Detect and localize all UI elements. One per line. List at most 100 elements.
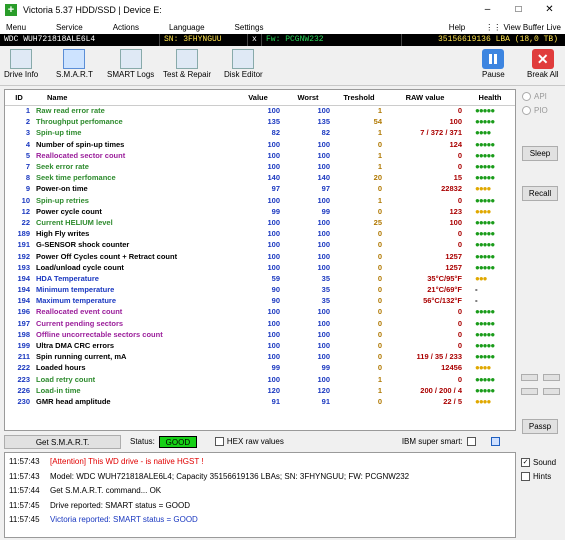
table-row[interactable]: 223 Load retry count 100 100 1 0 ●●●●● [5, 374, 515, 385]
table-row[interactable]: 7 Seek error rate 100 100 1 0 ●●●●● [5, 161, 515, 172]
get-smart-button[interactable]: Get S.M.A.R.T. [4, 434, 121, 449]
table-row[interactable]: 2 Throughput perfomance 135 135 54 100 ●●●●● [5, 116, 515, 127]
break-all-button[interactable]: ✕ Break All [527, 49, 559, 79]
cell-threshold: 1 [377, 195, 382, 205]
pio-radio[interactable]: PIO [520, 103, 561, 117]
table-row[interactable]: 9 Power-on time 97 97 0 22832 ●●●● [5, 183, 515, 194]
cell-id: 9 [25, 184, 30, 194]
test-repair-button[interactable]: Test & Repair [163, 49, 211, 79]
table-row[interactable]: 192 Power Off Cycles count + Retract coun… [5, 250, 515, 261]
table-row[interactable]: 194 Minimum temperature 90 35 0 21°C/69°F - [5, 284, 515, 295]
sound-option[interactable]: ✓ Sound [521, 455, 563, 469]
side-mini-button-4[interactable] [543, 388, 560, 395]
table-row[interactable]: 3 Spin-up time 82 82 1 7 / 372 / 371 ●●●● [5, 127, 515, 138]
hex-raw-checkbox[interactable] [214, 437, 224, 446]
cell-name: GMR head amplitude [36, 396, 111, 406]
side-mini-button-1[interactable] [521, 374, 538, 381]
table-row[interactable]: 10 Spin-up retries 100 100 1 0 ●●●●● [5, 195, 515, 206]
table-row[interactable]: 222 Loaded hours 99 99 0 12456 ●●●● [5, 362, 515, 373]
table-row[interactable]: 199 Ultra DMA CRC errors 100 100 0 0 ●●●●● [5, 340, 515, 351]
side-mini-button-2[interactable] [543, 374, 560, 381]
table-row[interactable]: 22 Current HELIUM level 100 100 25 100 ●●●●● [5, 217, 515, 228]
cell-id: 4 [25, 139, 30, 149]
menu-help[interactable]: Help [449, 23, 465, 32]
table-row[interactable]: 194 Maximum temperature 90 35 0 56°C/132°F - [5, 295, 515, 306]
table-row[interactable]: 12 Power cycle count 99 99 0 123 ●●●● [5, 206, 515, 217]
menu-actions[interactable]: Actions [113, 23, 139, 32]
col-value[interactable]: Value [233, 90, 283, 106]
cell-id: 1 [25, 106, 30, 116]
menu-settings[interactable]: Settings [235, 23, 264, 32]
passp-button[interactable]: Passp [522, 419, 558, 434]
log-time: 11:57:45 [9, 500, 40, 510]
sound-label: Sound [533, 457, 557, 467]
api-radio[interactable]: API [520, 89, 561, 103]
col-health[interactable]: Health [465, 90, 515, 106]
col-threshold[interactable]: Treshold [333, 90, 385, 106]
table-row[interactable]: 211 Spin running current, mA 100 100 0 119 / … [5, 351, 515, 362]
drive-info-button[interactable]: Drive Info [4, 49, 38, 79]
cell-name: Minimum temperature [36, 285, 115, 295]
table-row[interactable]: 230 GMR head amplitude 91 91 0 22 / 5 ●●●● [5, 396, 515, 407]
cell-health: ●●●●● [475, 307, 495, 317]
recall-button[interactable]: Recall [522, 186, 558, 201]
pause-icon [482, 49, 505, 69]
sleep-button[interactable]: Sleep [522, 146, 558, 161]
smart-logs-button[interactable]: SMART Logs [107, 49, 154, 79]
smart-table-panel[interactable]: ID Name Value Worst Treshold RAW value H… [4, 89, 516, 431]
cell-health: ●●●●● [475, 139, 495, 149]
close-button[interactable]: ✕ [534, 0, 565, 20]
menu-service[interactable]: Service [56, 23, 83, 32]
cell-worst: 100 [317, 139, 330, 149]
cell-worst: 100 [317, 195, 330, 205]
log-time: 11:57:44 [9, 486, 40, 495]
hints-option[interactable]: Hints [521, 469, 563, 483]
pause-button[interactable]: Pause [482, 49, 505, 79]
log-panel[interactable]: 11:57:43 [Attention] This WD drive - is n… [4, 452, 516, 538]
table-row[interactable]: 226 Load-in time 120 120 1 200 / 200 / 4 ●●●●● [5, 385, 515, 396]
ibm-super-smart-checkbox[interactable] [466, 437, 476, 446]
col-id[interactable]: ID [5, 90, 33, 106]
log-line: 11:57:45 Victoria reported: SMART status … [5, 513, 515, 528]
hints-checkbox[interactable] [521, 471, 530, 481]
table-row[interactable]: 5 Reallocated sector count 100 100 1 0 ●●●●● [5, 150, 515, 161]
cell-name: Spin-up time [36, 128, 82, 138]
smart-button[interactable]: S.M.A.R.T [56, 49, 93, 79]
cell-health: ●●●●● [475, 173, 495, 183]
menu-language[interactable]: Language [169, 23, 205, 32]
cell-name: Raw read error rate [36, 106, 105, 116]
cell-name: Ultra DMA CRC errors [36, 341, 115, 351]
cell-name: Reallocated sector count [36, 150, 126, 160]
table-row[interactable]: 194 HDA Temperature 59 35 0 35°C/95°F ●●● [5, 273, 515, 284]
disk-editor-button[interactable]: Disk Editor [224, 49, 263, 79]
close-device-button[interactable]: x [248, 34, 262, 46]
maximize-button[interactable]: □ [503, 0, 534, 20]
table-row[interactable]: 193 Load/unload cycle count 100 100 0 1257 ●●●… [5, 262, 515, 273]
col-name[interactable]: Name [33, 90, 233, 106]
cell-name: Current HELIUM level [36, 217, 113, 227]
table-row[interactable]: 8 Seek time perfomance 140 140 20 15 ●●●●● [5, 172, 515, 183]
table-row[interactable]: 1 Raw read error rate 100 100 1 0 ●●●●● [5, 105, 515, 116]
side-mini-button-3[interactable] [521, 388, 538, 395]
table-row[interactable]: 196 Reallocated event count 100 100 0 0 ●●●●● [5, 306, 515, 317]
table-row[interactable]: 189 High Fly writes 100 100 0 0 ●●●●● [5, 228, 515, 239]
table-row[interactable]: 197 Current pending sectors 100 100 0 0 ●●●●● [5, 318, 515, 329]
log-message: Drive reported: SMART status = GOOD [50, 500, 190, 510]
color-square-icon[interactable] [490, 437, 500, 446]
table-row[interactable]: 4 Number of spin-up times 100 100 0 124 ●●●●● [5, 139, 515, 150]
cell-threshold: 0 [377, 251, 382, 261]
cell-worst: 100 [317, 329, 330, 339]
cell-id: 189 [17, 229, 30, 239]
cell-health: ●●●●● [475, 195, 495, 205]
cell-worst: 100 [317, 240, 330, 250]
sound-checkbox[interactable]: ✓ [521, 457, 530, 467]
col-raw[interactable]: RAW value [385, 90, 465, 106]
cell-id: 196 [17, 307, 30, 317]
minimize-button[interactable]: – [472, 0, 503, 20]
view-buffer-live-button[interactable]: ⋮⋮ View Buffer Live [485, 23, 561, 32]
table-row[interactable]: 191 G-SENSOR shock counter 100 100 0 0 ●●●●● [5, 239, 515, 250]
col-worst[interactable]: Worst [283, 90, 333, 106]
menu-menu[interactable]: Menu [6, 23, 26, 32]
table-row[interactable]: 198 Offline uncorrectable sectors count 10… [5, 329, 515, 340]
cell-threshold: 0 [377, 318, 382, 328]
